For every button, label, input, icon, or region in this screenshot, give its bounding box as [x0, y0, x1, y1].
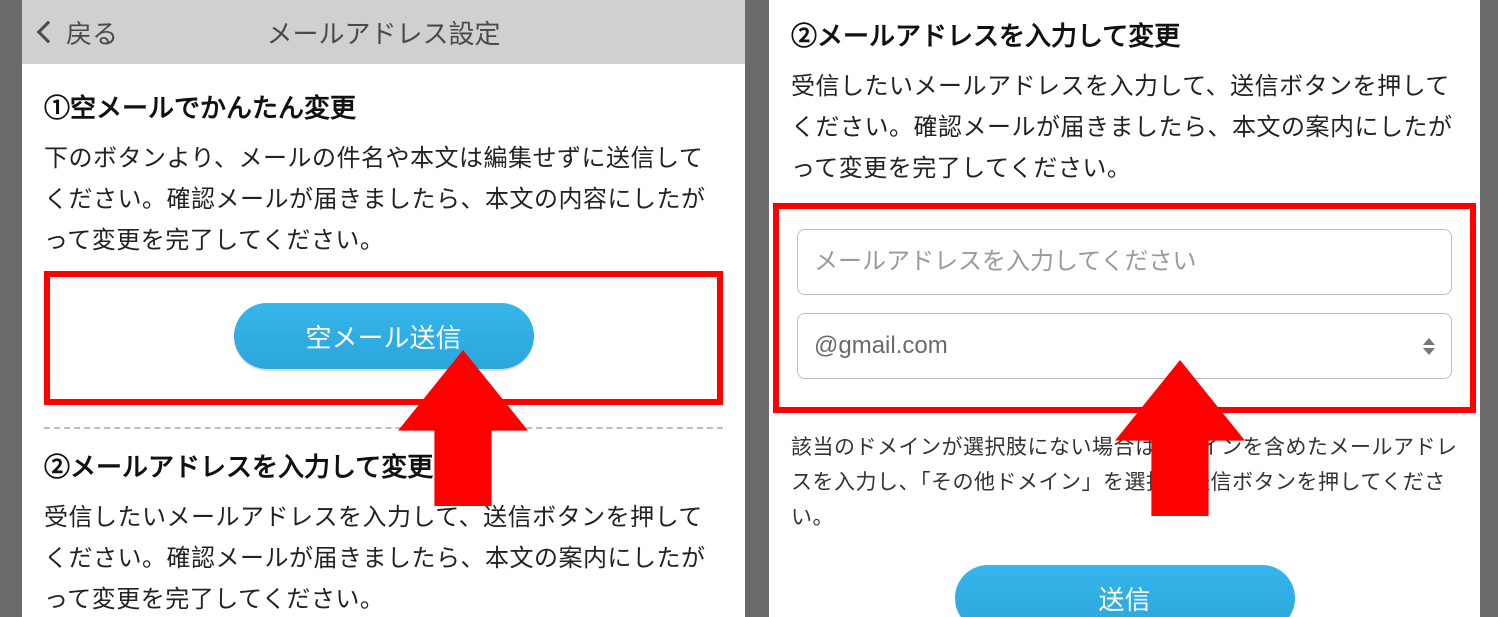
highlight-frame-2: @gmail.com	[773, 203, 1476, 413]
back-label: 戻る	[66, 14, 118, 51]
section2-body-left: 受信したいメールアドレスを入力して、送信ボタンを押してください。確認メールが届き…	[44, 498, 723, 617]
section2-body-right: 受信したいメールアドレスを入力して、送信ボタンを押してください。確認メールが届き…	[791, 67, 1458, 189]
email-input[interactable]	[797, 229, 1452, 295]
page-title: メールアドレス設定	[22, 14, 745, 51]
submit-button[interactable]: 送信	[955, 565, 1295, 617]
section2-heading-right: ②メールアドレスを入力して変更	[791, 16, 1458, 53]
section-divider	[44, 427, 723, 429]
highlight-frame-1: 空メール送信	[44, 271, 723, 405]
nav-header: 戻る メールアドレス設定	[22, 0, 745, 64]
domain-select[interactable]: @gmail.com	[797, 313, 1452, 379]
chevron-left-icon	[37, 21, 60, 44]
section2-heading-left: ②メールアドレスを入力して変更	[44, 447, 723, 484]
updown-icon	[1423, 338, 1435, 355]
send-blank-mail-button[interactable]: 空メール送信	[234, 303, 534, 369]
domain-note: 該当のドメインが選択肢にない場合はドメインを含めたメールアドレスを入力し、「その…	[769, 431, 1480, 535]
back-button[interactable]: 戻る	[22, 14, 118, 51]
content-area-right: ②メールアドレスを入力して変更 受信したいメールアドレスを入力して、送信ボタンを…	[769, 0, 1480, 189]
domain-selected-value: @gmail.com	[814, 332, 948, 360]
content-area: ①空メールでかんたん変更 下のボタンより、メールの件名や本文は編集せずに送信して…	[22, 64, 745, 617]
section1-body: 下のボタンより、メールの件名や本文は編集せずに送信してください。確認メールが届き…	[44, 139, 723, 261]
section1-heading: ①空メールでかんたん変更	[44, 88, 723, 125]
screenshot-right: ②メールアドレスを入力して変更 受信したいメールアドレスを入力して、送信ボタンを…	[769, 0, 1480, 617]
screenshot-left: 戻る メールアドレス設定 ①空メールでかんたん変更 下のボタンより、メールの件名…	[22, 0, 745, 617]
